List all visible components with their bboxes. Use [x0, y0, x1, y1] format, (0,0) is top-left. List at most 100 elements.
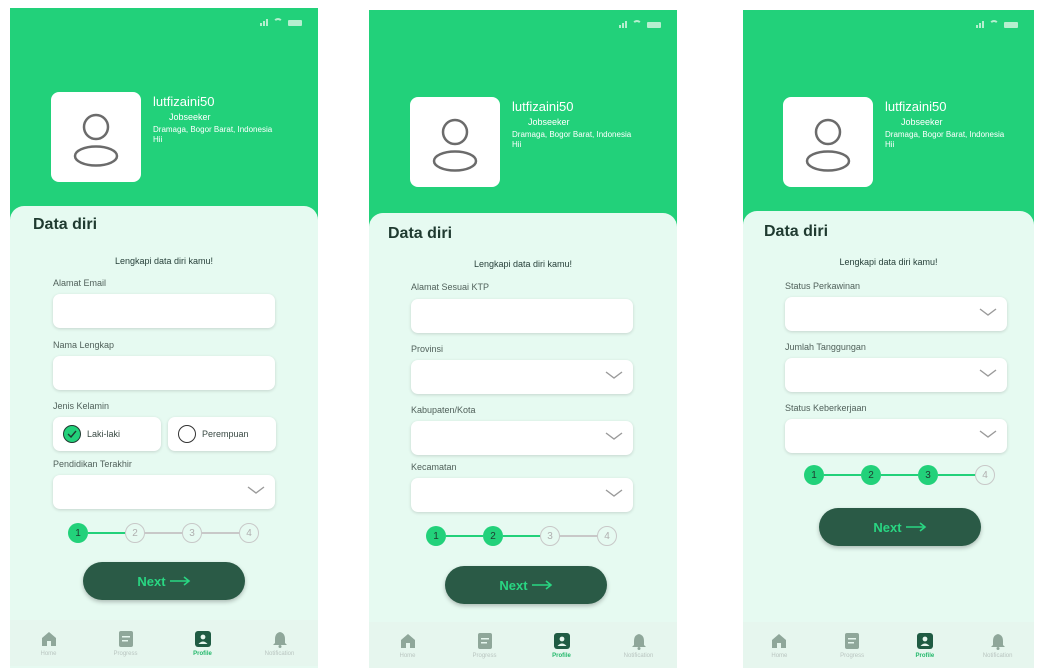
- district-select[interactable]: [411, 478, 633, 512]
- user-info: lutfizaini50 Jobseeker Dramaga, Bogor Ba…: [512, 99, 631, 149]
- step-2: 2: [125, 523, 145, 543]
- username: lutfizaini50: [885, 99, 947, 114]
- ktp-address-field[interactable]: [411, 299, 633, 333]
- full-name-label: Nama Lengkap: [53, 340, 115, 350]
- email-field[interactable]: [53, 294, 275, 328]
- nav-notification[interactable]: Notification: [600, 622, 677, 668]
- signal-icon: [619, 21, 627, 28]
- step-2: 2: [483, 526, 503, 546]
- nav-profile[interactable]: Profile: [889, 622, 962, 668]
- battery-icon: [647, 22, 661, 28]
- nav-profile-label: Profile: [552, 652, 571, 659]
- user-location: Dramaga, Bogor Barat, Indonesia: [885, 130, 1005, 139]
- profile-icon: [553, 632, 570, 649]
- nav-notification-label: Notification: [264, 650, 295, 657]
- nav-notification-label: Notification: [982, 652, 1013, 659]
- step-4: 4: [239, 523, 259, 543]
- user-icon: [805, 118, 851, 172]
- wifi-icon: [632, 20, 642, 28]
- home-icon: [772, 633, 787, 648]
- arrow-right-icon: [905, 522, 926, 532]
- chevron-down-icon: [979, 308, 997, 316]
- step-3: 3: [918, 465, 938, 485]
- step-3: 3: [182, 523, 202, 543]
- marital-status-label: Status Perkawinan: [785, 281, 861, 291]
- bell-icon: [272, 631, 287, 648]
- avatar[interactable]: [410, 97, 500, 187]
- check-icon: [67, 430, 77, 438]
- phone-screen-2: lutfizaini50 Jobseeker Dramaga, Bogor Ba…: [369, 10, 677, 668]
- user-info: lutfizaini50 Jobseeker Dramaga, Bogor Ba…: [153, 94, 272, 144]
- nav-profile-label: Profile: [915, 652, 935, 659]
- nav-progress[interactable]: Progress: [816, 622, 889, 668]
- nav-profile[interactable]: Profile: [523, 622, 600, 668]
- nav-progress[interactable]: Progress: [87, 620, 164, 666]
- status-bar: [976, 20, 1018, 28]
- chevron-down-icon: [979, 430, 997, 438]
- step-connector: [824, 474, 861, 476]
- nav-profile[interactable]: Profile: [164, 620, 241, 666]
- arrow-right-icon: [169, 576, 190, 586]
- nav-home[interactable]: Home: [10, 620, 87, 666]
- gender-female-option[interactable]: Perempuan: [168, 417, 276, 451]
- employment-status-select[interactable]: [785, 419, 1007, 453]
- education-select[interactable]: [53, 475, 275, 509]
- nav-progress[interactable]: Progress: [446, 622, 523, 668]
- city-select[interactable]: [411, 421, 633, 455]
- battery-icon: [1004, 22, 1018, 28]
- phone-screen-1: lutfizaini50 Jobseeker Dramaga, Bogor Ba…: [10, 8, 318, 668]
- nav-notification[interactable]: Notification: [241, 620, 318, 666]
- nav-home[interactable]: Home: [743, 622, 816, 668]
- page-title: Data diri: [33, 216, 98, 233]
- dependents-select[interactable]: [785, 358, 1007, 392]
- nav-profile-label: Profile: [193, 650, 212, 657]
- province-select[interactable]: [411, 360, 633, 394]
- page-title: Data diri: [388, 225, 453, 242]
- next-button-label: Next: [873, 519, 902, 535]
- nav-home-label: Home: [40, 650, 57, 657]
- home-icon: [41, 631, 56, 646]
- next-button-label: Next: [137, 573, 166, 589]
- employment-status-label: Status Keberkerjaan: [785, 403, 867, 413]
- next-button-label: Next: [499, 577, 528, 593]
- step-connector: [881, 474, 918, 476]
- avatar[interactable]: [783, 97, 873, 187]
- user-bio: Hii: [885, 140, 895, 149]
- document-icon: [477, 632, 492, 649]
- chevron-down-icon: [247, 486, 265, 494]
- wifi-icon: [989, 20, 999, 28]
- nav-progress-label: Progress: [840, 652, 865, 659]
- next-button[interactable]: Next: [819, 508, 981, 546]
- radio-unchecked-icon: [178, 425, 196, 443]
- dependents-label: Jumlah Tanggungan: [785, 342, 866, 352]
- nav-notification-label: Notification: [623, 652, 654, 659]
- gender-male-option[interactable]: Laki-laki: [53, 417, 161, 451]
- user-location: Dramaga, Bogor Barat, Indonesia: [153, 125, 273, 134]
- nav-home[interactable]: Home: [369, 622, 446, 668]
- username: lutfizaini50: [512, 99, 574, 114]
- marital-status-select[interactable]: [785, 297, 1007, 331]
- user-location: Dramaga, Bogor Barat, Indonesia: [512, 130, 632, 139]
- gender-female-label: Perempuan: [202, 429, 249, 439]
- form-subtitle: Lengkapi data diri kamu!: [114, 256, 214, 266]
- nav-notification[interactable]: Notification: [961, 622, 1034, 668]
- user-bio: Hii: [512, 140, 522, 149]
- radio-checked-icon: [63, 425, 81, 443]
- nav-progress-label: Progress: [472, 652, 497, 659]
- document-icon: [845, 632, 860, 649]
- form-card: Data diri Lengkapi data diri kamu! Alama…: [10, 206, 318, 666]
- next-button[interactable]: Next: [445, 566, 607, 604]
- nav-home-label: Home: [399, 652, 416, 659]
- chevron-down-icon: [605, 371, 623, 379]
- status-bar: [619, 20, 661, 28]
- step-connector: [938, 474, 975, 476]
- province-label: Provinsi: [411, 344, 444, 354]
- full-name-field[interactable]: [53, 356, 275, 390]
- document-icon: [118, 630, 133, 647]
- next-button[interactable]: Next: [83, 562, 245, 600]
- avatar[interactable]: [51, 92, 141, 182]
- step-indicator: 1 2 3 4: [426, 526, 618, 546]
- step-1: 1: [426, 526, 446, 546]
- bell-icon: [990, 633, 1005, 650]
- chevron-down-icon: [605, 489, 623, 497]
